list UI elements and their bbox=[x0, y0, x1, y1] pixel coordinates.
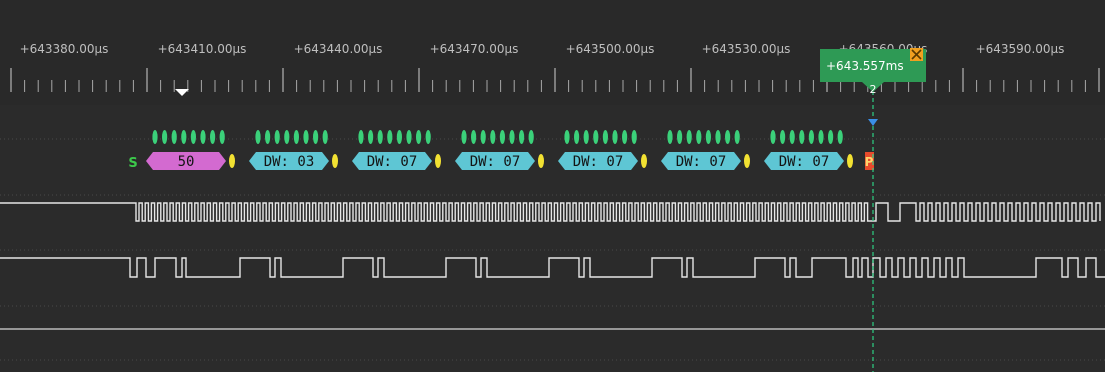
cursor-time-label: +643.557ms bbox=[826, 59, 904, 73]
bit-marker bbox=[789, 130, 795, 144]
bit-marker bbox=[406, 130, 412, 144]
bit-marker bbox=[696, 130, 702, 144]
bit-marker bbox=[780, 130, 786, 144]
bit-marker bbox=[322, 130, 328, 144]
byte-value-label: DW: 07 bbox=[367, 154, 418, 170]
close-icon[interactable] bbox=[910, 48, 923, 61]
time-axis-label: +643380.00µs bbox=[20, 42, 109, 56]
time-axis-label: +643410.00µs bbox=[158, 42, 247, 56]
byte-value-label: DW: 07 bbox=[676, 154, 727, 170]
bit-marker bbox=[686, 130, 692, 144]
bit-marker bbox=[574, 130, 580, 144]
start-condition-label: S bbox=[128, 156, 137, 171]
bit-marker bbox=[593, 130, 599, 144]
bit-marker bbox=[564, 130, 570, 144]
bit-marker bbox=[667, 130, 673, 144]
bit-marker bbox=[490, 130, 496, 144]
bit-marker bbox=[284, 130, 290, 144]
bit-marker bbox=[631, 130, 637, 144]
ack-marker bbox=[641, 154, 647, 168]
bit-marker bbox=[499, 130, 505, 144]
ack-marker bbox=[332, 154, 338, 168]
bit-marker bbox=[425, 130, 431, 144]
bit-marker bbox=[705, 130, 712, 144]
bit-marker bbox=[471, 130, 477, 144]
bit-marker bbox=[219, 130, 225, 144]
bit-marker bbox=[358, 130, 364, 144]
byte-value-label: DW: 07 bbox=[470, 154, 521, 170]
byte-value-label: DW: 07 bbox=[779, 154, 830, 170]
bit-marker bbox=[602, 130, 609, 144]
bit-marker bbox=[828, 130, 834, 144]
stop-condition-label: P bbox=[865, 155, 874, 169]
bit-marker bbox=[181, 130, 187, 144]
time-axis-label: +643530.00µs bbox=[702, 42, 791, 56]
bit-marker bbox=[715, 130, 721, 144]
bit-marker bbox=[725, 130, 731, 144]
bit-marker bbox=[293, 130, 299, 144]
bit-marker bbox=[528, 130, 534, 144]
ack-marker bbox=[744, 154, 750, 168]
time-ruler[interactable]: +643380.00µs +643410.00µs +643440.00µs +643… bbox=[0, 0, 1105, 105]
bit-marker bbox=[368, 130, 374, 144]
ack-marker bbox=[538, 154, 544, 168]
bit-marker bbox=[265, 130, 271, 144]
byte-value-label: DW: 07 bbox=[573, 154, 624, 170]
bit-marker bbox=[200, 130, 206, 144]
cursor-index-label: 2 bbox=[870, 83, 877, 96]
bit-marker bbox=[583, 130, 589, 144]
waveform-view[interactable]: +643380.00µs +643410.00µs +643440.00µs +643… bbox=[0, 0, 1105, 372]
bit-marker bbox=[799, 130, 805, 144]
bit-marker bbox=[677, 130, 683, 144]
time-axis-label: +643440.00µs bbox=[294, 42, 383, 56]
byte-value-label: DW: 03 bbox=[264, 154, 315, 170]
bit-marker bbox=[612, 130, 618, 144]
bit-marker bbox=[416, 130, 422, 144]
bit-marker bbox=[387, 130, 393, 144]
bit-marker bbox=[461, 130, 467, 144]
bit-marker bbox=[622, 130, 628, 144]
bit-marker bbox=[519, 130, 525, 144]
bit-marker bbox=[770, 130, 776, 144]
bit-marker bbox=[152, 130, 158, 144]
bit-marker bbox=[162, 130, 168, 144]
bit-marker bbox=[480, 130, 486, 144]
time-axis-label: +643470.00µs bbox=[430, 42, 519, 56]
time-axis-label: +643590.00µs bbox=[976, 42, 1065, 56]
bit-marker bbox=[171, 130, 177, 144]
bit-marker bbox=[255, 130, 261, 144]
bit-marker bbox=[818, 130, 824, 144]
bit-marker bbox=[509, 130, 515, 144]
time-axis-label: +643500.00µs bbox=[566, 42, 655, 56]
bit-marker bbox=[274, 130, 280, 144]
bit-marker bbox=[190, 130, 196, 144]
bit-marker bbox=[377, 130, 383, 144]
bit-marker bbox=[808, 130, 815, 144]
ack-marker bbox=[435, 154, 441, 168]
bit-marker bbox=[303, 130, 309, 144]
bit-marker bbox=[837, 130, 843, 144]
ack-marker bbox=[229, 154, 235, 168]
bit-marker bbox=[734, 130, 740, 144]
bit-marker bbox=[210, 130, 216, 144]
byte-value-label: 50 bbox=[178, 154, 195, 170]
ack-marker bbox=[847, 154, 853, 168]
bit-marker bbox=[396, 130, 402, 144]
bit-marker bbox=[313, 130, 319, 144]
